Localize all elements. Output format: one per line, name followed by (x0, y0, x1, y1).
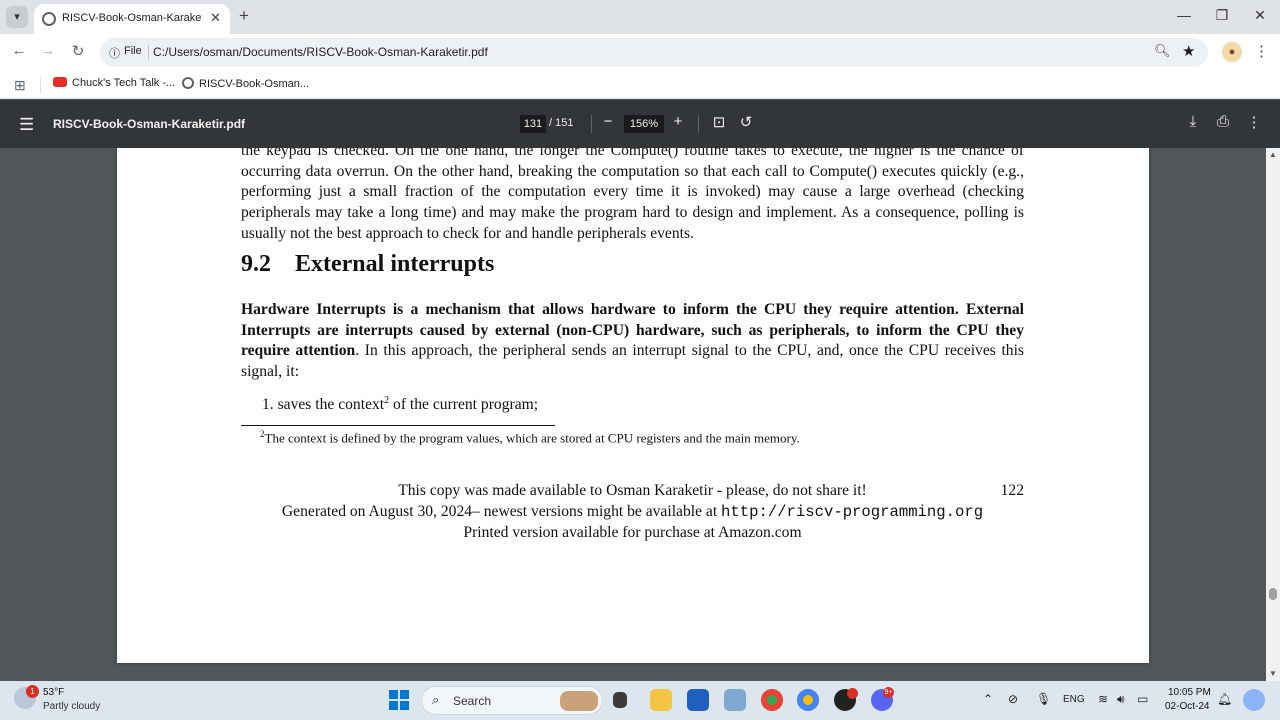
footer-printed: Printed version available for purchase a… (463, 524, 802, 541)
store-icon[interactable] (687, 689, 709, 711)
zoom-out-button[interactable]: − (597, 113, 619, 130)
pdf-viewer[interactable]: the keypad is checked. On the one hand, … (0, 148, 1280, 681)
section-number: 9.2 (241, 251, 271, 277)
browser-tab[interactable]: RISCV-Book-Osman-Karaketir.p ✕ (34, 4, 230, 34)
weather-description: Partly cloudy (43, 701, 101, 712)
discord-badge: 9+ (883, 687, 894, 698)
profile-avatar-icon[interactable]: ● (1222, 42, 1242, 62)
bookmarks-divider (40, 77, 41, 93)
fit-page-icon[interactable]: ⊡ (708, 113, 730, 131)
footnote: 2The context is defined by the program v… (260, 429, 800, 446)
network-offline-icon[interactable]: ⊘ (1008, 692, 1018, 706)
address-bar[interactable]: ⓘ File C:/Users/osman/Documents/RISCV-Bo… (100, 38, 1208, 67)
microphone-icon[interactable]: 🎙︎ (1036, 692, 1051, 706)
pdf-toolbar: ☰ RISCV-Book-Osman-Karaketir.pdf 131 / 1… (0, 100, 1280, 148)
wifi-icon[interactable]: ≋ (1098, 692, 1108, 706)
forward-arrow-icon[interactable]: → (37, 42, 59, 59)
photos-icon[interactable] (724, 689, 746, 711)
toolbar-divider (698, 115, 699, 133)
weather-temperature: 53°F (43, 687, 65, 698)
menu-hamburger-icon[interactable]: ☰ (19, 115, 34, 135)
new-tab-button[interactable]: + (234, 6, 254, 26)
footer-generated-text: Generated on August 30, 2024– newest ver… (281, 503, 722, 520)
taskbar: 1 53°F Partly cloudy ⌕ Search 9+ ⌃ ⊘ 🎙︎ … (0, 681, 1280, 720)
paragraph-polling: the keypad is checked. On the one hand, … (241, 148, 1024, 242)
zoom-in-button[interactable]: + (667, 113, 689, 130)
scrollbar-thumb[interactable] (1269, 588, 1277, 600)
pdf-file-name: RISCV-Book-Osman-Karaketir.pdf (53, 117, 246, 131)
taskbar-search[interactable]: ⌕ Search (421, 686, 603, 715)
restore-icon[interactable]: ❐ (1212, 7, 1232, 24)
apps-grid-icon[interactable]: ⊞ (14, 77, 26, 94)
youtube-icon (53, 77, 67, 87)
bookmark-label: RISCV-Book-Osman... (199, 78, 310, 90)
scheme-label: File (124, 45, 142, 57)
footer-url[interactable]: http://riscv-programming.org (721, 503, 983, 521)
tab-close-icon[interactable]: ✕ (210, 10, 221, 26)
footnote-text: The context is defined by the program va… (264, 430, 800, 446)
task-view-icon[interactable] (613, 692, 627, 708)
weather-badge: 1 (26, 685, 39, 698)
list-item-text: 1. saves the context (262, 396, 385, 414)
list-item: 1. saves the context2 of the current pro… (262, 395, 538, 414)
paragraph-text: . In this approach, the peripheral sends… (241, 342, 1024, 381)
notification-badge-icon (847, 688, 858, 699)
tab-title: RISCV-Book-Osman-Karaketir.p (62, 12, 202, 24)
file-explorer-icon[interactable] (650, 689, 672, 711)
address-divider (148, 45, 149, 60)
search-highlight-image (560, 691, 598, 711)
zoom-input[interactable]: 156% (624, 115, 664, 133)
scroll-up-icon[interactable]: ▲ (1269, 150, 1277, 159)
search-label: Search (453, 694, 492, 708)
browser-toolbar: ← → ↻ ⓘ File C:/Users/osman/Documents/RI… (0, 34, 1280, 71)
footer-notice: This copy was made available to Osman Ka… (398, 482, 867, 499)
toolbar-divider (591, 115, 592, 133)
bookmark-riscv-book[interactable]: RISCV-Book-Osman... (182, 77, 309, 90)
pdf-page: the keypad is checked. On the one hand, … (117, 148, 1149, 663)
scroll-down-icon[interactable]: ▼ (1269, 669, 1277, 678)
window-close-icon[interactable]: ✕ (1250, 7, 1270, 24)
chrome-profile-icon[interactable] (797, 689, 819, 711)
footnote-rule (241, 425, 555, 426)
notifications-bell-icon[interactable]: 🔔︎ (1217, 692, 1232, 706)
paragraph-interrupts: Hardware Interrupts is a mechanism that … (241, 300, 1024, 383)
chrome-icon[interactable] (761, 689, 783, 711)
section-heading: 9.2 External interrupts (241, 251, 494, 278)
section-title: External interrupts (295, 251, 495, 277)
tray-chevron-icon[interactable]: ⌃ (983, 692, 993, 706)
more-menu-icon[interactable]: ⋮ (1254, 42, 1269, 60)
clock-date[interactable]: 02-Oct-24 (1165, 701, 1209, 712)
zoom-magnifier-icon[interactable]: 🔍︎ (1154, 43, 1171, 59)
footer-generated: Generated on August 30, 2024– newest ver… (241, 503, 1024, 521)
tab-search-chevron-icon[interactable]: ▾ (6, 6, 28, 28)
address-url[interactable]: C:/Users/osman/Documents/RISCV-Book-Osma… (153, 45, 488, 59)
clock-time[interactable]: 10:05 PM (1168, 687, 1211, 698)
globe-icon (182, 77, 194, 89)
search-icon: ⌕ (432, 692, 440, 707)
bookmark-star-icon[interactable]: ★ (1182, 42, 1195, 60)
print-icon[interactable]: ⎙ (1212, 113, 1234, 130)
language-indicator[interactable]: ENG (1063, 694, 1085, 705)
globe-icon (42, 12, 56, 26)
tab-strip: ▾ RISCV-Book-Osman-Karaketir.p ✕ + — ❐ ✕ (0, 0, 1280, 34)
info-icon[interactable]: ⓘ (109, 45, 120, 61)
battery-icon[interactable]: ▭ (1137, 692, 1148, 706)
vertical-scrollbar[interactable]: ▲ ▼ (1266, 148, 1280, 681)
list-item-text-end: of the current program; (389, 396, 539, 414)
page-number-input[interactable]: 131 (520, 115, 546, 133)
page-total: / 151 (549, 117, 574, 129)
bookmark-chucks-tech-talk[interactable]: Chuck's Tech Talk -... (53, 77, 175, 89)
back-arrow-icon[interactable]: ← (8, 42, 30, 59)
copilot-icon[interactable] (1243, 689, 1265, 711)
volume-icon[interactable]: 🔊︎ (1117, 692, 1125, 707)
bookmarks-bar: ⊞ Chuck's Tech Talk -... RISCV-Book-Osma… (0, 71, 1280, 99)
minimize-icon[interactable]: — (1174, 7, 1194, 23)
page-number: 122 (1000, 482, 1024, 499)
windows-start-icon[interactable] (389, 690, 409, 710)
rotate-icon[interactable]: ↺ (735, 113, 757, 131)
download-icon[interactable]: ⤓ (1182, 113, 1204, 130)
reload-icon[interactable]: ↻ (67, 42, 89, 60)
pdf-more-icon[interactable]: ⋮ (1243, 113, 1265, 131)
bookmark-label: Chuck's Tech Talk -... (72, 77, 176, 89)
